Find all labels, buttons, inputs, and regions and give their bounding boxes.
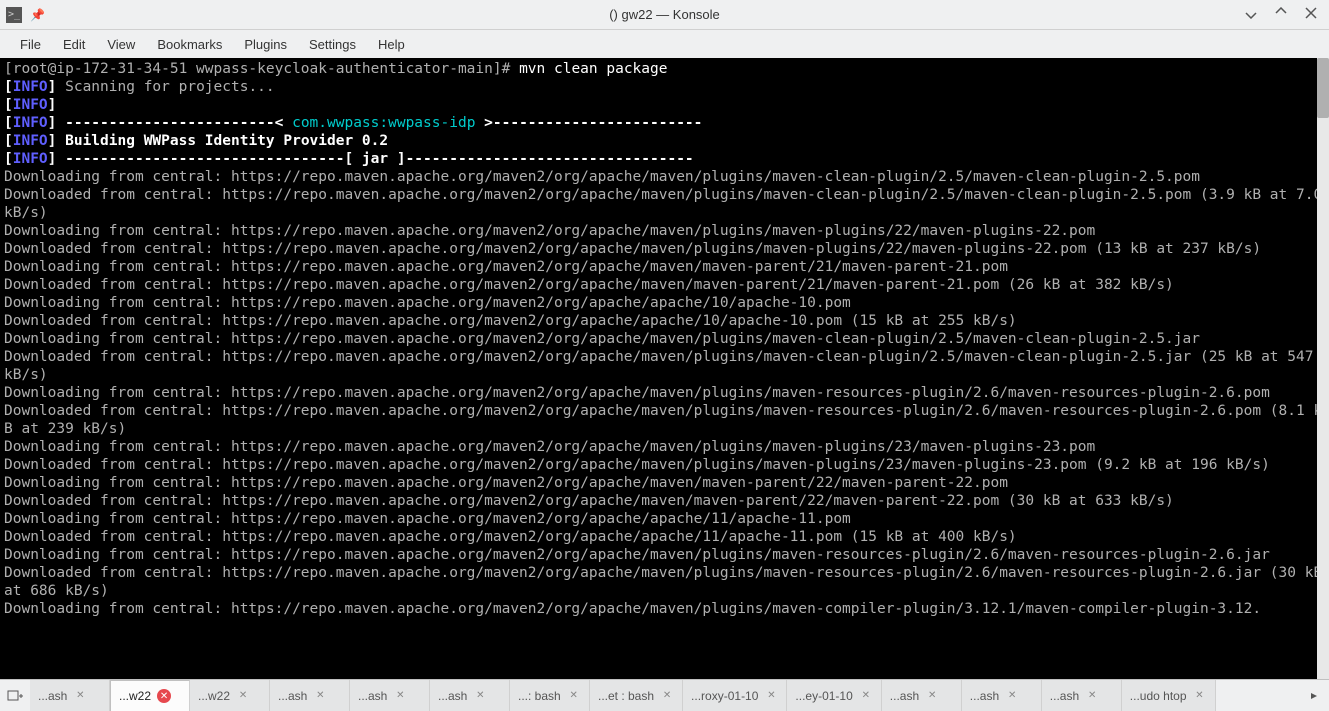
tab-close-icon[interactable]: ✕ [157, 689, 171, 703]
tab-close-icon[interactable]: ✕ [1005, 689, 1019, 703]
tab-label: ...ash [1050, 689, 1079, 703]
tab-close-icon[interactable]: ✕ [660, 689, 674, 703]
tab-label: ...ash [438, 689, 467, 703]
tab-close-icon[interactable]: ✕ [925, 689, 939, 703]
tab-4[interactable]: ...ash ✕ [350, 680, 430, 711]
menubar: File Edit View Bookmarks Plugins Setting… [0, 30, 1329, 58]
tab-7[interactable]: ...et : bash ✕ [590, 680, 683, 711]
tab-0[interactable]: ...ash ✕ [30, 680, 110, 711]
tab-overflow-button[interactable] [1299, 680, 1329, 711]
menu-file[interactable]: File [10, 33, 51, 56]
scrollbar-thumb[interactable] [1317, 58, 1329, 118]
tab-close-icon[interactable]: ✕ [393, 689, 407, 703]
tab-label: ...roxy-01-10 [691, 689, 758, 703]
window-titlebar: >_ 📌 () gw22 — Konsole [0, 0, 1329, 30]
tab-6[interactable]: ...: bash ✕ [510, 680, 590, 711]
tab-label: ...ash [38, 689, 67, 703]
tab-2[interactable]: ...w22 ✕ [190, 680, 270, 711]
maximize-button[interactable] [1273, 7, 1289, 22]
tab-close-icon[interactable]: ✕ [313, 689, 327, 703]
tab-bar: ...ash✕...w22✕...w22✕...ash✕...ash✕...as… [0, 679, 1329, 711]
menu-edit[interactable]: Edit [53, 33, 95, 56]
tab-close-icon[interactable]: ✕ [73, 689, 87, 703]
tab-close-icon[interactable]: ✕ [567, 689, 581, 703]
tab-label: ...ash [890, 689, 919, 703]
tab-12[interactable]: ...ash ✕ [1042, 680, 1122, 711]
tab-1[interactable]: ...w22 ✕ [110, 680, 190, 711]
tab-close-icon[interactable]: ✕ [859, 689, 873, 703]
tab-8[interactable]: ...roxy-01-10 ✕ [683, 680, 787, 711]
menu-bookmarks[interactable]: Bookmarks [147, 33, 232, 56]
tab-close-icon[interactable]: ✕ [1085, 689, 1099, 703]
tab-label: ...ash [358, 689, 387, 703]
tab-close-icon[interactable]: ✕ [1193, 689, 1207, 703]
tab-9[interactable]: ...ey-01-10 ✕ [787, 680, 881, 711]
pin-icon[interactable]: 📌 [30, 8, 45, 22]
tab-3[interactable]: ...ash ✕ [270, 680, 350, 711]
tab-label: ...ash [970, 689, 999, 703]
window-title: () gw22 — Konsole [609, 7, 720, 22]
tab-label: ...ey-01-10 [795, 689, 852, 703]
tab-label: ...w22 [119, 689, 151, 703]
terminal-scrollbar[interactable] [1317, 58, 1329, 679]
terminal-view[interactable]: [root@ip-172-31-34-51 wwpass-keycloak-au… [0, 58, 1329, 679]
menu-view[interactable]: View [97, 33, 145, 56]
tab-11[interactable]: ...ash ✕ [962, 680, 1042, 711]
close-button[interactable] [1303, 7, 1319, 22]
tab-close-icon[interactable]: ✕ [473, 689, 487, 703]
menu-plugins[interactable]: Plugins [234, 33, 297, 56]
tab-label: ...udo htop [1130, 689, 1187, 703]
tab-label: ...et : bash [598, 689, 654, 703]
tab-close-icon[interactable]: ✕ [764, 689, 778, 703]
app-icon: >_ [6, 7, 22, 23]
tab-10[interactable]: ...ash ✕ [882, 680, 962, 711]
tab-label: ...: bash [518, 689, 561, 703]
tab-label: ...w22 [198, 689, 230, 703]
menu-settings[interactable]: Settings [299, 33, 366, 56]
menu-help[interactable]: Help [368, 33, 415, 56]
minimize-button[interactable] [1243, 7, 1259, 22]
tab-label: ...ash [278, 689, 307, 703]
tab-5[interactable]: ...ash ✕ [430, 680, 510, 711]
tab-13[interactable]: ...udo htop ✕ [1122, 680, 1216, 711]
new-tab-button[interactable] [0, 680, 30, 711]
tab-close-icon[interactable]: ✕ [236, 689, 250, 703]
